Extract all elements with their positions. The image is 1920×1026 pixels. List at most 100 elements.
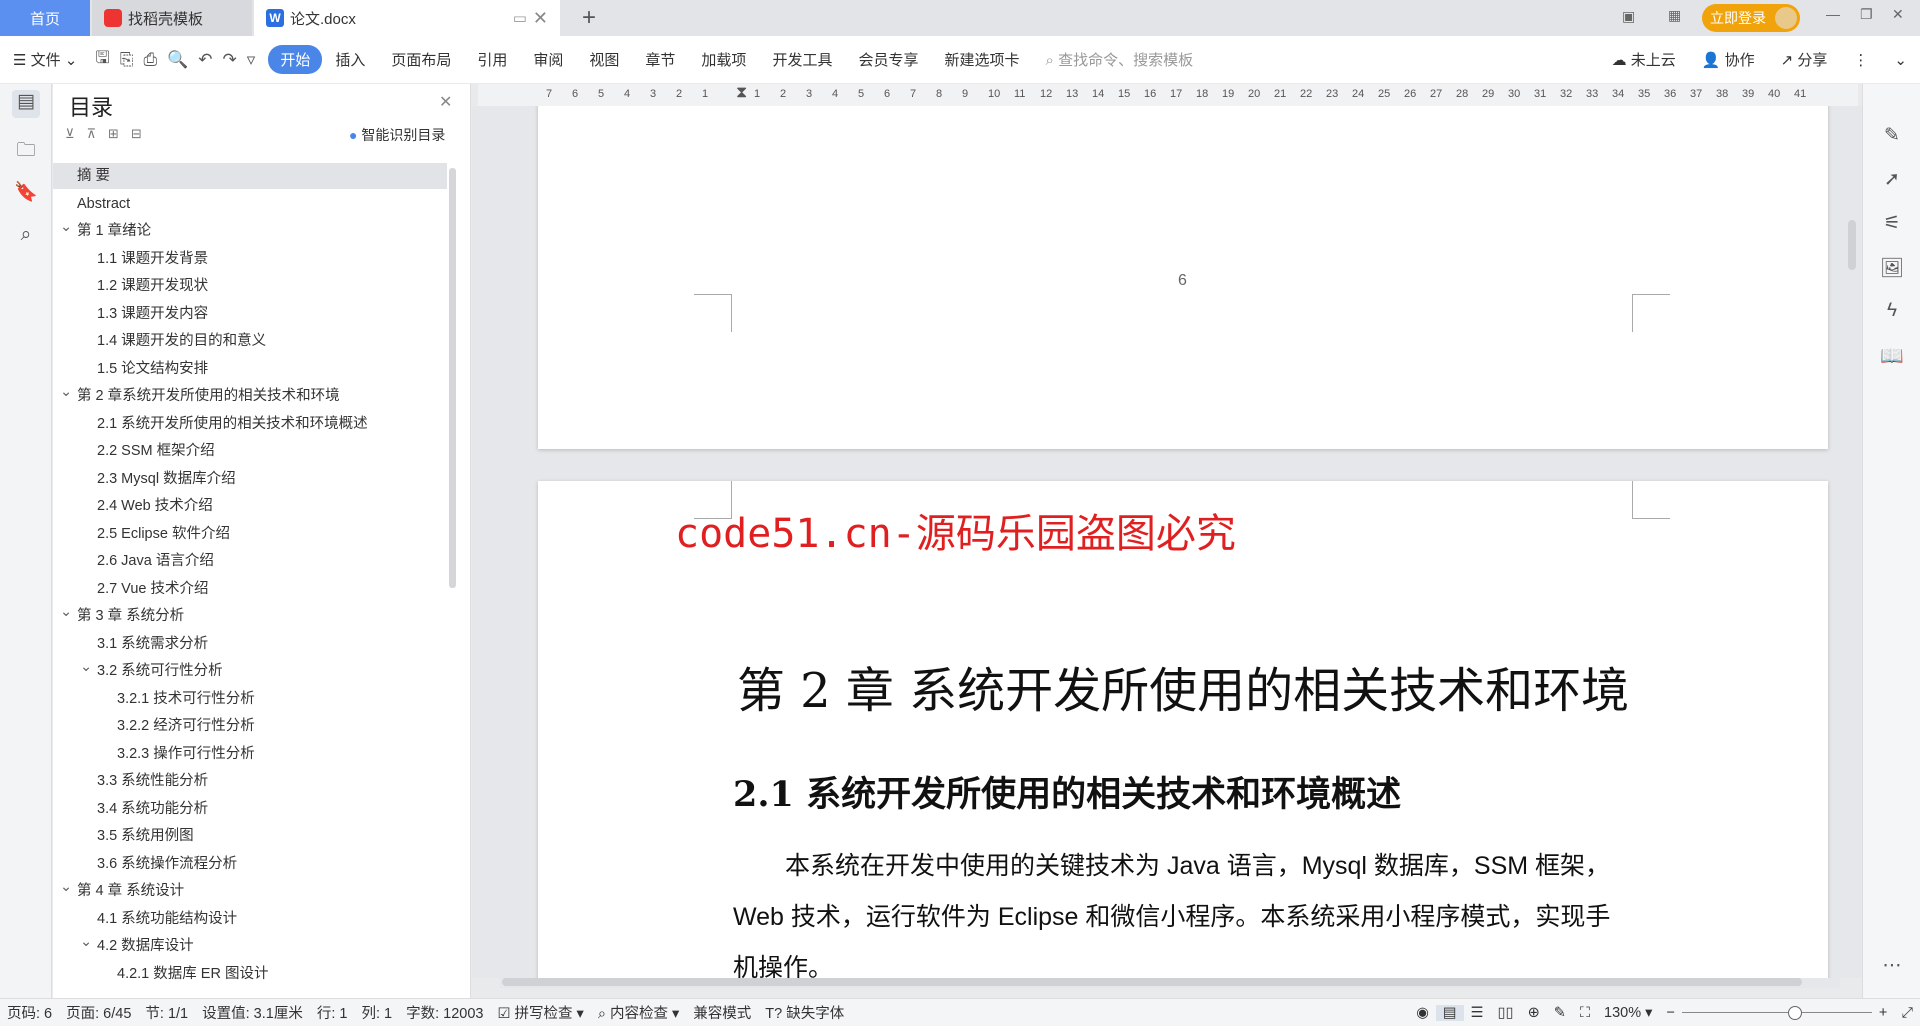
close-panel-icon[interactable]: ✕	[439, 92, 452, 112]
outline-item[interactable]: 3.6 系统操作流程分析	[53, 851, 447, 877]
print-icon[interactable]: ⎙	[138, 50, 162, 70]
status-word-count[interactable]: 字数: 12003	[399, 1002, 490, 1023]
export-icon[interactable]: ⎘	[115, 50, 139, 70]
close-tab-icon[interactable]: ✕	[533, 8, 548, 29]
zoom-in-button[interactable]: +	[1872, 1005, 1894, 1021]
collapse-chevron-icon[interactable]: ⌄	[60, 214, 72, 240]
collaborate-button[interactable]: 👤 协作	[1689, 49, 1768, 70]
outline-item[interactable]: 2.3 Mysql 数据库介绍	[53, 466, 447, 492]
outline-item[interactable]: 2.6 Java 语言介绍	[53, 548, 447, 574]
outline-item[interactable]: 摘 要	[53, 163, 447, 189]
status-pages[interactable]: 页面: 6/45	[59, 1002, 138, 1023]
outline-item[interactable]: 4.2.1 数据库 ER 图设计	[53, 961, 447, 987]
reading-view-icon[interactable]: ▯▯	[1491, 1005, 1521, 1021]
menu-references[interactable]: 引用	[464, 49, 520, 70]
smart-toc-button[interactable]: ● 智能识别目录	[349, 125, 445, 145]
apps-grid-icon[interactable]: ▦	[1668, 7, 1681, 24]
close-window-icon[interactable]: ✕	[1892, 6, 1904, 23]
outline-item[interactable]: 1.5 论文结构安排	[53, 356, 447, 382]
more-icon[interactable]: ⋮	[1840, 51, 1881, 69]
more-dropdown-icon[interactable]: ▿	[242, 50, 261, 70]
undo-icon[interactable]: ↶	[193, 50, 217, 70]
web-view-icon[interactable]: ⊕	[1521, 1005, 1547, 1021]
page-7[interactable]: code51.cn-源码乐园盗图必究 第 2 章 系统开发所使用的相关技术和环境…	[538, 481, 1828, 978]
menu-review[interactable]: 审阅	[520, 49, 576, 70]
layout-icon[interactable]: ▣	[1622, 8, 1635, 25]
file-menu[interactable]: ☰ 文件 ⌄	[0, 49, 90, 70]
outline-item[interactable]: ⌄ 第 2 章系统开发所使用的相关技术和环境	[53, 383, 447, 409]
status-column[interactable]: 列: 1	[354, 1002, 399, 1023]
zoom-out-button[interactable]: −	[1659, 1005, 1681, 1021]
content-check-button[interactable]: ⌕ 内容检查 ▾	[591, 1002, 686, 1023]
spell-check-button[interactable]: ☑ 拼写检查 ▾	[490, 1002, 590, 1023]
save-icon[interactable]: 🖫	[90, 45, 114, 74]
lightning-icon[interactable]: ϟ	[1878, 300, 1906, 328]
collapse-chevron-icon[interactable]: ⌄	[80, 654, 92, 680]
tab-document[interactable]: W 论文.docx ▭ ✕	[254, 0, 560, 36]
zoom-level[interactable]: 130% ▾	[1597, 1005, 1659, 1021]
login-button[interactable]: 立即登录	[1702, 4, 1800, 32]
outline-item[interactable]: 1.4 课题开发的目的和意义	[53, 328, 447, 354]
outline-icon[interactable]: ▤	[12, 90, 40, 118]
menu-new-tab[interactable]: 新建选项卡	[931, 49, 1032, 70]
outline-item[interactable]: 3.2.2 经济可行性分析	[53, 713, 447, 739]
outline-item[interactable]: 3.2.3 操作可行性分析	[53, 741, 447, 767]
outline-item[interactable]: 3.5 系统用例图	[53, 823, 447, 849]
status-setting[interactable]: 设置值: 3.1厘米	[195, 1002, 310, 1023]
zoom-slider[interactable]	[1681, 1005, 1872, 1020]
print-preview-icon[interactable]: 🔍	[162, 50, 193, 70]
missing-font-button[interactable]: T? 缺失字体	[758, 1002, 851, 1023]
cloud-status-button[interactable]: ☁ 未上云	[1599, 49, 1689, 70]
collapse-all-icon[interactable]: ⊻	[65, 126, 75, 142]
find-icon[interactable]: ⌕	[12, 224, 40, 252]
outline-item[interactable]: 1.1 课题开发背景	[53, 246, 447, 272]
outline-item[interactable]: 2.2 SSM 框架介绍	[53, 438, 447, 464]
outline-item[interactable]: 1.3 课题开发内容	[53, 301, 447, 327]
compat-mode[interactable]: 兼容模式	[686, 1002, 758, 1023]
menu-developer[interactable]: 开发工具	[759, 49, 845, 70]
outline-item[interactable]: 2.7 Vue 技术介绍	[53, 576, 447, 602]
status-section[interactable]: 节: 1/1	[138, 1002, 195, 1023]
eye-protect-icon[interactable]: ◉	[1409, 1005, 1436, 1021]
bookmark-icon[interactable]: 🔖	[12, 180, 40, 208]
outline-item[interactable]: Abstract	[53, 191, 447, 217]
menu-insert[interactable]: 插入	[322, 49, 378, 70]
tab-home[interactable]: 首页	[0, 0, 90, 36]
outline-item[interactable]: 3.4 系统功能分析	[53, 796, 447, 822]
outline-item[interactable]: ⌄ 3.2 系统可行性分析	[53, 658, 447, 684]
command-search[interactable]: ⌕ 查找命令、搜索模板	[1032, 49, 1206, 70]
outline-item[interactable]: 3.3 系统性能分析	[53, 768, 447, 794]
edit-pen-icon[interactable]: ✎	[1878, 124, 1906, 152]
settings-sliders-icon[interactable]: ⚟	[1878, 212, 1906, 240]
horizontal-ruler[interactable]: 7 6 5 4 3 2 1 1 2 3 4 5 6 7 8 9 10 11 12 13 14 15 16 17 18 19 20 21…	[478, 84, 1858, 106]
new-tab-button[interactable]: +	[570, 0, 608, 36]
outline-item[interactable]: 4.1 系统功能结构设计	[53, 906, 447, 932]
menu-member[interactable]: 会员专享	[845, 49, 931, 70]
fullscreen-icon[interactable]: ⤢	[1894, 1005, 1920, 1021]
zoom-slider-handle[interactable]	[1787, 1005, 1802, 1020]
select-cursor-icon[interactable]: ➚	[1878, 168, 1906, 196]
collapse-chevron-icon[interactable]: ⌄	[60, 599, 72, 625]
restore-icon[interactable]: ❐	[1860, 6, 1873, 23]
vertical-scrollbar[interactable]	[1848, 220, 1856, 270]
outline-item[interactable]: ⌄ 第 4 章 系统设计	[53, 878, 447, 904]
horizontal-scrollbar[interactable]	[500, 978, 1840, 988]
indent-marker[interactable]: ⧗	[736, 84, 747, 102]
outline-item[interactable]: 3.1 系统需求分析	[53, 631, 447, 657]
outline-item[interactable]: 1.2 课题开发现状	[53, 273, 447, 299]
outline-item[interactable]: 3.2.1 技术可行性分析	[53, 686, 447, 712]
collapse-chevron-icon[interactable]: ⌄	[60, 874, 72, 900]
outline-item[interactable]: 2.4 Web 技术介绍	[53, 493, 447, 519]
fit-page-icon[interactable]: ⛶	[1573, 1005, 1597, 1021]
status-line[interactable]: 行: 1	[310, 1002, 355, 1023]
image-tool-icon[interactable]: 🖼	[1878, 256, 1906, 284]
outline-item[interactable]: ⌄ 4.2 数据库设计	[53, 933, 447, 959]
remove-heading-icon[interactable]: ⊟	[131, 126, 142, 142]
outline-item[interactable]: ⌄ 第 3 章 系统分析	[53, 603, 447, 629]
status-page[interactable]: 页码: 6	[0, 1002, 59, 1023]
collapse-chevron-icon[interactable]: ⌄	[60, 379, 72, 405]
expand-icon[interactable]: ⊼	[87, 126, 97, 142]
outline-item[interactable]: ⌄ 第 1 章绪论	[53, 218, 447, 244]
collapse-chevron-icon[interactable]: ⌄	[80, 929, 92, 955]
chapter-nav-icon[interactable]: 🗀	[12, 136, 40, 164]
